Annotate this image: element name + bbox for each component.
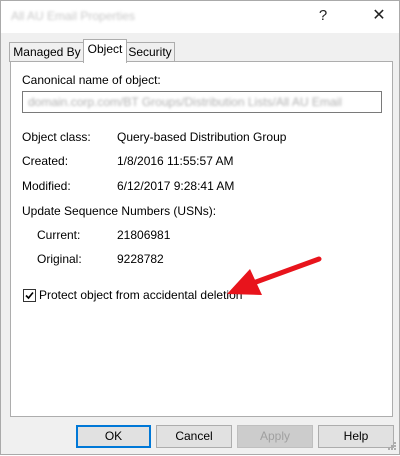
apply-button[interactable]: Apply	[237, 425, 313, 448]
tab-object[interactable]: Object	[83, 39, 127, 63]
help-button[interactable]: Help	[318, 425, 394, 448]
red-annotation-arrow-icon	[227, 256, 322, 295]
ok-button[interactable]: OK	[76, 425, 151, 448]
cancel-button[interactable]: Cancel	[156, 425, 232, 448]
resize-grip-icon[interactable]	[387, 441, 397, 451]
properties-dialog: All AU Email Properties ? ✕ Managed By O…	[0, 0, 400, 455]
